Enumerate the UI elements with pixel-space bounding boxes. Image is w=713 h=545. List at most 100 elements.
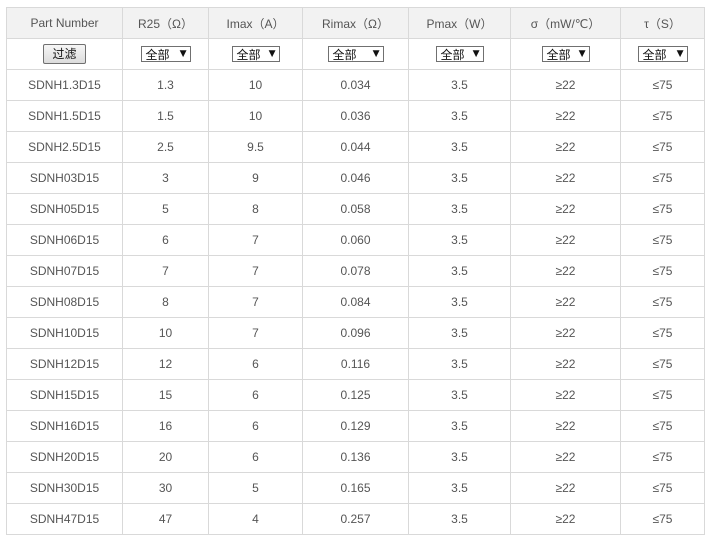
sigma-cell: ≥22 xyxy=(510,472,621,504)
column-header-tau: τ（S） xyxy=(620,7,705,39)
tau-cell: ≤75 xyxy=(620,472,705,504)
part-number-cell: SDNH1.3D15 xyxy=(6,69,123,101)
table-row: SDNH47D15 47 4 0.257 3.5 ≥22 ≤75 xyxy=(6,503,705,535)
filter-cell-tau: 全部 ▼ xyxy=(620,38,705,70)
r25-cell: 6 xyxy=(122,224,209,256)
tau-cell: ≤75 xyxy=(620,131,705,163)
imax-cell: 6 xyxy=(208,379,303,411)
table-row: SDNH20D15 20 6 0.136 3.5 ≥22 ≤75 xyxy=(6,441,705,473)
chevron-down-icon: ▼ xyxy=(472,49,480,59)
filter-button[interactable]: 过滤 xyxy=(43,44,86,64)
r25-cell: 8 xyxy=(122,286,209,318)
filter-cell-pmax: 全部 ▼ xyxy=(408,38,511,70)
tau-cell: ≤75 xyxy=(620,410,705,442)
imax-cell: 6 xyxy=(208,410,303,442)
pmax-cell: 3.5 xyxy=(408,131,511,163)
tau-cell: ≤75 xyxy=(620,100,705,132)
part-number-cell: SDNH2.5D15 xyxy=(6,131,123,163)
rimax-cell: 0.046 xyxy=(302,162,409,194)
sigma-cell: ≥22 xyxy=(510,162,621,194)
table-row: SDNH2.5D15 2.5 9.5 0.044 3.5 ≥22 ≤75 xyxy=(6,131,705,163)
sigma-cell: ≥22 xyxy=(510,69,621,101)
filter-cell-part-number: 过滤 xyxy=(6,38,123,70)
table-row: SDNH1.5D15 1.5 10 0.036 3.5 ≥22 ≤75 xyxy=(6,100,705,132)
imax-cell: 5 xyxy=(208,472,303,504)
pmax-cell: 3.5 xyxy=(408,348,511,380)
table-row: SDNH03D15 3 9 0.046 3.5 ≥22 ≤75 xyxy=(6,162,705,194)
product-table-container: Part Number R25（Ω） Imax（A） Rimax（Ω） Pmax… xyxy=(6,7,705,535)
rimax-cell: 0.165 xyxy=(302,472,409,504)
table-row: SDNH10D15 10 7 0.096 3.5 ≥22 ≤75 xyxy=(6,317,705,349)
rimax-cell: 0.036 xyxy=(302,100,409,132)
tau-cell: ≤75 xyxy=(620,503,705,535)
sigma-cell: ≥22 xyxy=(510,348,621,380)
sigma-cell: ≥22 xyxy=(510,410,621,442)
r25-cell: 30 xyxy=(122,472,209,504)
r25-cell: 1.3 xyxy=(122,69,209,101)
tau-cell: ≤75 xyxy=(620,441,705,473)
part-number-cell: SDNH07D15 xyxy=(6,255,123,287)
imax-cell: 10 xyxy=(208,69,303,101)
part-number-cell: SDNH06D15 xyxy=(6,224,123,256)
r25-cell: 1.5 xyxy=(122,100,209,132)
r25-cell: 47 xyxy=(122,503,209,535)
pmax-cell: 3.5 xyxy=(408,286,511,318)
sigma-cell: ≥22 xyxy=(510,131,621,163)
tau-cell: ≤75 xyxy=(620,193,705,225)
product-table: Part Number R25（Ω） Imax（A） Rimax（Ω） Pmax… xyxy=(6,7,705,535)
r25-cell: 7 xyxy=(122,255,209,287)
sigma-cell: ≥22 xyxy=(510,100,621,132)
pmax-cell: 3.5 xyxy=(408,379,511,411)
rimax-filter-select[interactable]: 全部 ▼ xyxy=(327,46,384,62)
table-row: SDNH06D15 6 7 0.060 3.5 ≥22 ≤75 xyxy=(6,224,705,256)
rimax-cell: 0.078 xyxy=(302,255,409,287)
rimax-cell: 0.116 xyxy=(302,348,409,380)
sigma-cell: ≥22 xyxy=(510,224,621,256)
r25-cell: 10 xyxy=(122,317,209,349)
part-number-cell: SDNH05D15 xyxy=(6,193,123,225)
rimax-cell: 0.058 xyxy=(302,193,409,225)
tau-cell: ≤75 xyxy=(620,255,705,287)
table-header-row: Part Number R25（Ω） Imax（A） Rimax（Ω） Pmax… xyxy=(6,7,705,39)
chevron-down-icon: ▼ xyxy=(268,49,276,59)
part-number-cell: SDNH1.5D15 xyxy=(6,100,123,132)
table-row: SDNH1.3D15 1.3 10 0.034 3.5 ≥22 ≤75 xyxy=(6,69,705,101)
imax-cell: 4 xyxy=(208,503,303,535)
rimax-cell: 0.034 xyxy=(302,69,409,101)
part-number-cell: SDNH12D15 xyxy=(6,348,123,380)
column-header-r25: R25（Ω） xyxy=(122,7,209,39)
tau-filter-select[interactable]: 全部 ▼ xyxy=(637,46,688,62)
imax-cell: 8 xyxy=(208,193,303,225)
imax-cell: 7 xyxy=(208,317,303,349)
sigma-cell: ≥22 xyxy=(510,286,621,318)
filter-cell-r25: 全部 ▼ xyxy=(122,38,209,70)
tau-cell: ≤75 xyxy=(620,379,705,411)
pmax-filter-select[interactable]: 全部 ▼ xyxy=(435,46,484,62)
part-number-cell: SDNH08D15 xyxy=(6,286,123,318)
pmax-cell: 3.5 xyxy=(408,224,511,256)
table-row: SDNH30D15 30 5 0.165 3.5 ≥22 ≤75 xyxy=(6,472,705,504)
column-header-rimax: Rimax（Ω） xyxy=(302,7,409,39)
chevron-down-icon: ▼ xyxy=(676,49,684,59)
sigma-filter-select[interactable]: 全部 ▼ xyxy=(541,46,590,62)
imax-filter-select[interactable]: 全部 ▼ xyxy=(231,46,280,62)
imax-cell: 9.5 xyxy=(208,131,303,163)
rimax-cell: 0.084 xyxy=(302,286,409,318)
tau-filter-value: 全部 xyxy=(642,47,667,62)
part-number-cell: SDNH10D15 xyxy=(6,317,123,349)
column-header-sigma: σ（mW/℃） xyxy=(510,7,621,39)
imax-filter-value: 全部 xyxy=(236,47,261,62)
chevron-down-icon: ▼ xyxy=(578,49,586,59)
tau-cell: ≤75 xyxy=(620,162,705,194)
part-number-cell: SDNH03D15 xyxy=(6,162,123,194)
imax-cell: 6 xyxy=(208,348,303,380)
table-row: SDNH08D15 8 7 0.084 3.5 ≥22 ≤75 xyxy=(6,286,705,318)
rimax-cell: 0.044 xyxy=(302,131,409,163)
r25-cell: 3 xyxy=(122,162,209,194)
table-row: SDNH07D15 7 7 0.078 3.5 ≥22 ≤75 xyxy=(6,255,705,287)
rimax-cell: 0.096 xyxy=(302,317,409,349)
r25-filter-select[interactable]: 全部 ▼ xyxy=(140,46,191,62)
r25-cell: 15 xyxy=(122,379,209,411)
r25-cell: 12 xyxy=(122,348,209,380)
tau-cell: ≤75 xyxy=(620,348,705,380)
